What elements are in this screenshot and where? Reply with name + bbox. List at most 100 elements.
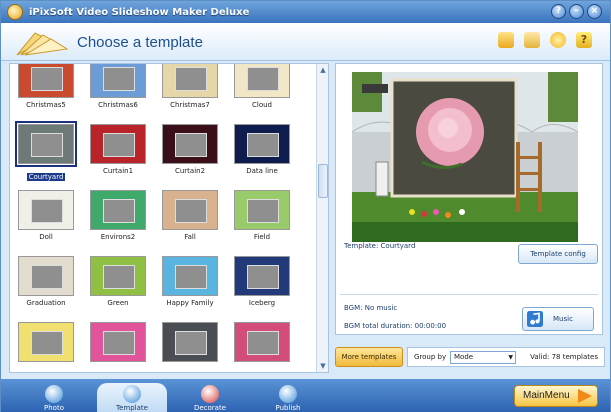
main-menu-label: MainMenu <box>523 390 570 401</box>
template-thumbnail <box>234 322 290 362</box>
template-label: Field <box>253 233 271 241</box>
template-item[interactable]: Curtain1 <box>90 124 146 175</box>
template-thumbnail <box>90 64 146 98</box>
page-title: Choose a template <box>77 34 203 51</box>
template-icon <box>123 385 141 403</box>
template-label: Doll <box>39 233 53 241</box>
scroll-down-icon[interactable]: ▼ <box>318 361 328 371</box>
main-menu-button[interactable]: MainMenu <box>514 385 598 407</box>
template-thumbnail <box>90 124 146 164</box>
nav-tab-label: Decorate <box>193 404 227 412</box>
app-logo-icon <box>7 4 23 20</box>
template-item[interactable]: Doll <box>18 190 74 241</box>
decorate-icon <box>201 385 219 403</box>
photo-placeholder <box>175 199 207 223</box>
template-item[interactable]: Graduation <box>18 256 74 307</box>
preview-box: Template: Courtyard Template config BGM:… <box>335 63 603 335</box>
template-thumbnail <box>234 256 290 296</box>
photo-placeholder <box>175 67 207 91</box>
minimize-icon[interactable]: – <box>569 4 584 19</box>
group-by-select[interactable]: Mode ▼ <box>450 351 516 364</box>
template-item[interactable]: Green <box>90 256 146 307</box>
template-item[interactable]: Iceberg <box>234 256 290 307</box>
template-thumbnail <box>90 256 146 296</box>
scroll-up-icon[interactable]: ▲ <box>318 65 328 75</box>
photo-icon <box>45 385 63 403</box>
template-thumbnail <box>162 322 218 362</box>
template-label: Christmas5 <box>26 101 66 109</box>
scroll-thumb[interactable] <box>318 164 328 198</box>
nav-tab-decorate[interactable]: Decorate <box>175 383 245 412</box>
template-name: Template: Courtyard <box>344 242 416 250</box>
help-icon[interactable]: ? <box>576 32 592 48</box>
nav-tab-photo[interactable]: Photo <box>19 383 89 412</box>
group-by-box: Group by Mode ▼ Valid: 78 templates <box>407 347 605 367</box>
save-icon[interactable] <box>524 32 540 48</box>
page-header: Choose a template ? <box>1 23 610 61</box>
folder-icon[interactable] <box>498 32 514 48</box>
more-templates-button[interactable]: More templates <box>335 347 403 367</box>
template-thumbnail <box>90 190 146 230</box>
title-bar: iPixSoft Video Slideshow Maker Deluxe ? … <box>1 1 610 23</box>
template-thumbnail <box>90 322 146 362</box>
close-icon[interactable]: × <box>587 4 602 19</box>
music-button[interactable]: Music <box>522 307 594 331</box>
template-thumbnail <box>18 190 74 230</box>
nav-tab-label: Template <box>116 404 148 412</box>
template-thumbnail <box>18 322 74 362</box>
arrow-right-icon <box>578 389 592 403</box>
template-item[interactable]: Curtain2 <box>162 124 218 175</box>
template-config-button[interactable]: Template config <box>518 244 598 264</box>
template-item[interactable]: Christmas5 <box>18 64 74 109</box>
template-thumbnail <box>162 64 218 98</box>
template-item[interactable]: Christmas6 <box>90 64 146 109</box>
photo-placeholder <box>103 67 135 91</box>
photo-placeholder <box>247 67 279 91</box>
template-thumbnail <box>162 256 218 296</box>
template-item[interactable] <box>162 322 218 365</box>
template-label: Environs2 <box>100 233 136 241</box>
nav-tab-template[interactable]: Template <box>97 383 167 412</box>
template-item[interactable] <box>90 322 146 365</box>
photo-placeholder <box>103 133 135 157</box>
nav-tab-label: Publish <box>275 404 301 412</box>
template-item[interactable] <box>234 322 290 365</box>
template-item[interactable] <box>18 322 74 365</box>
template-list-scrollbar[interactable]: ▲ ▼ <box>316 64 328 372</box>
photo-placeholder <box>103 199 135 223</box>
template-list-panel: Christmas5 Christmas6 Christmas7 Cloud Court… <box>9 63 329 373</box>
photo-placeholder <box>175 331 207 355</box>
template-item[interactable]: Cloud <box>234 64 290 109</box>
help-window-icon[interactable]: ? <box>551 4 566 19</box>
template-footer: More templates Group by Mode ▼ Valid: 78… <box>335 347 605 369</box>
photo-placeholder <box>247 265 279 289</box>
template-item[interactable]: Christmas7 <box>162 64 218 109</box>
template-item[interactable]: Fall <box>162 190 218 241</box>
photo-placeholder <box>103 331 135 355</box>
bottom-navigation: Photo Template Decorate Publish MainMenu <box>1 379 610 412</box>
template-label: Data line <box>246 167 278 175</box>
window-title: iPixSoft Video Slideshow Maker Deluxe <box>29 6 250 18</box>
template-item[interactable]: Data line <box>234 124 290 175</box>
valid-count: Valid: 78 templates <box>530 353 598 361</box>
template-label: Curtain1 <box>102 167 134 175</box>
template-item[interactable]: Happy Family <box>162 256 218 307</box>
template-item[interactable]: Courtyard <box>15 121 77 183</box>
template-label: Christmas6 <box>98 101 138 109</box>
template-label: Green <box>107 299 129 307</box>
template-thumbnail <box>234 64 290 98</box>
template-item[interactable]: Field <box>234 190 290 241</box>
template-label: Christmas7 <box>170 101 210 109</box>
photo-placeholder <box>103 265 135 289</box>
photo-placeholder <box>31 199 63 223</box>
lightbulb-icon[interactable] <box>550 32 566 48</box>
music-button-label: Music <box>553 315 573 323</box>
group-by-value: Mode <box>454 353 474 361</box>
bgm-duration: BGM total duration: 00:00:00 <box>344 322 447 330</box>
photo-placeholder <box>31 331 63 355</box>
nav-tab-publish[interactable]: Publish <box>253 383 323 412</box>
template-label: Graduation <box>26 299 66 307</box>
template-label: Fall <box>184 233 196 241</box>
photo-placeholder <box>247 199 279 223</box>
template-item[interactable]: Environs2 <box>90 190 146 241</box>
